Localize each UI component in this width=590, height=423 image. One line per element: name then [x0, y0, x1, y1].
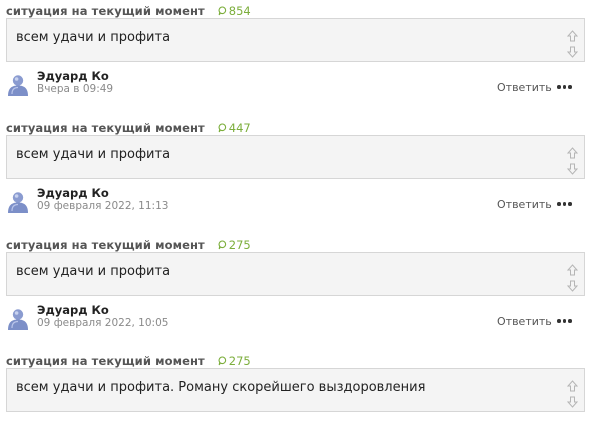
comment-count-value: 275 — [228, 354, 251, 368]
comment-count-value: 275 — [228, 238, 251, 252]
arrow-down-icon[interactable] — [566, 396, 578, 408]
comment-box: всем удачи и профита — [6, 18, 585, 62]
topic-link[interactable]: ситуация на текущий момент — [6, 238, 205, 252]
user-avatar-icon[interactable] — [7, 307, 29, 331]
comment-count-value: 447 — [228, 121, 251, 135]
comment-box: всем удачи и профита — [6, 252, 585, 296]
more-dots-icon[interactable] — [557, 319, 572, 323]
comment-count[interactable]: 275 — [218, 238, 251, 252]
comment-box: всем удачи и профита — [6, 135, 585, 179]
arrow-up-icon[interactable] — [566, 30, 578, 42]
arrow-up-icon[interactable] — [566, 147, 578, 159]
comment-count[interactable]: 275 — [218, 354, 251, 368]
comment-count[interactable]: 854 — [218, 4, 251, 18]
arrow-down-icon[interactable] — [566, 46, 578, 58]
post-time: Вчера в 09:49 — [37, 83, 114, 95]
post-time: 09 февраля 2022, 10:05 — [37, 317, 169, 329]
comment-bubble-icon — [218, 240, 226, 250]
reply-button[interactable]: Ответить — [497, 315, 552, 328]
comment-bubble-icon — [218, 356, 226, 366]
author-name[interactable]: Эдуард Ко — [37, 303, 109, 317]
comment-text: всем удачи и профита — [16, 264, 171, 279]
arrow-up-icon[interactable] — [566, 380, 578, 392]
more-dots-icon[interactable] — [557, 85, 572, 89]
comment-count-value: 854 — [228, 4, 251, 18]
arrow-down-icon[interactable] — [566, 280, 578, 292]
more-dots-icon[interactable] — [557, 202, 572, 206]
author-row: Эдуард Ко 09 февраля 2022, 11:13 Ответит… — [0, 182, 590, 218]
topic-link[interactable]: ситуация на текущий момент — [6, 4, 205, 18]
author-name[interactable]: Эдуард Ко — [37, 186, 109, 200]
comment-bubble-icon — [218, 123, 226, 133]
arrow-down-icon[interactable] — [566, 163, 578, 175]
topic-link[interactable]: ситуация на текущий момент — [6, 354, 205, 368]
comment-box: всем удачи и профита. Роману скорейшего … — [6, 368, 585, 412]
comment-count[interactable]: 447 — [218, 121, 251, 135]
comment-text: всем удачи и профита. Роману скорейшего … — [16, 380, 426, 395]
user-avatar-icon[interactable] — [7, 73, 29, 97]
post-time: 09 февраля 2022, 11:13 — [37, 200, 169, 212]
topic-link[interactable]: ситуация на текущий момент — [6, 121, 205, 135]
comment-text: всем удачи и профита — [16, 147, 171, 162]
author-row: Эдуард Ко 09 февраля 2022, 10:05 Ответит… — [0, 299, 590, 335]
reply-button[interactable]: Ответить — [497, 198, 552, 211]
reply-button[interactable]: Ответить — [497, 81, 552, 94]
author-name[interactable]: Эдуард Ко — [37, 69, 109, 83]
arrow-up-icon[interactable] — [566, 264, 578, 276]
comment-bubble-icon — [218, 6, 226, 16]
author-row: Эдуард Ко Вчера в 09:49 Ответить — [0, 65, 590, 101]
comment-text: всем удачи и профита — [16, 30, 171, 45]
user-avatar-icon[interactable] — [7, 190, 29, 214]
